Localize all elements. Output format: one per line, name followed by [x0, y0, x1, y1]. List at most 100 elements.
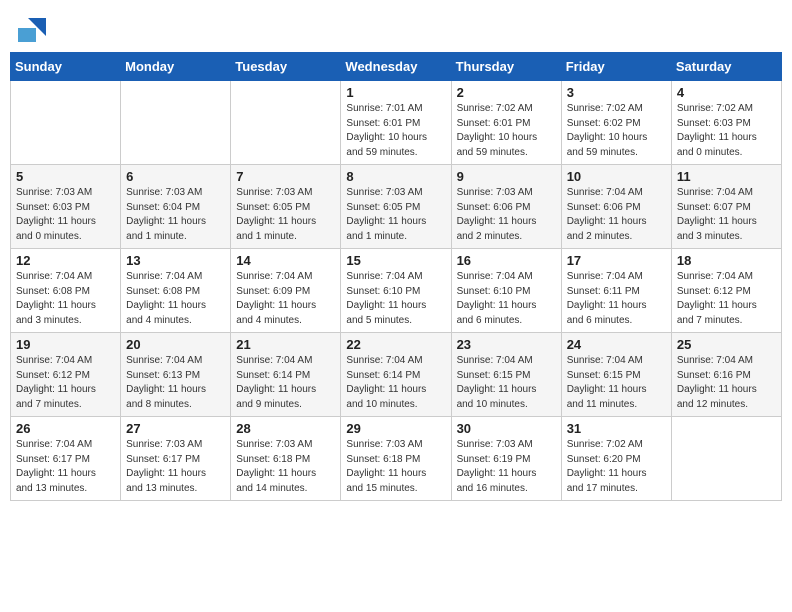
- day-info: Sunrise: 7:04 AM Sunset: 6:17 PM Dayligh…: [16, 438, 115, 496]
- calendar-cell: 29 Sunrise: 7:03 AM Sunset: 6:18 PM Dayli…: [341, 417, 451, 501]
- day-number: 20: [126, 337, 225, 352]
- day-info: Sunrise: 7:03 AM Sunset: 6:18 PM Dayligh…: [346, 438, 445, 496]
- day-number: 22: [346, 337, 445, 352]
- calendar-cell: 12 Sunrise: 7:04 AM Sunset: 6:08 PM Dayli…: [11, 249, 121, 333]
- calendar-cell: 8 Sunrise: 7:03 AM Sunset: 6:05 PM Daylig…: [341, 165, 451, 249]
- day-info: Sunrise: 7:02 AM Sunset: 6:02 PM Dayligh…: [567, 102, 666, 160]
- day-number: 3: [567, 85, 666, 100]
- day-number: 5: [16, 169, 115, 184]
- header-saturday: Saturday: [671, 53, 781, 81]
- calendar-table: SundayMondayTuesdayWednesdayThursdayFrid…: [10, 52, 782, 501]
- day-number: 29: [346, 421, 445, 436]
- day-number: 7: [236, 169, 335, 184]
- day-info: Sunrise: 7:04 AM Sunset: 6:08 PM Dayligh…: [126, 270, 225, 328]
- day-info: Sunrise: 7:04 AM Sunset: 6:15 PM Dayligh…: [567, 354, 666, 412]
- calendar-cell: 13 Sunrise: 7:04 AM Sunset: 6:08 PM Dayli…: [121, 249, 231, 333]
- day-info: Sunrise: 7:04 AM Sunset: 6:15 PM Dayligh…: [457, 354, 556, 412]
- calendar-cell: 5 Sunrise: 7:03 AM Sunset: 6:03 PM Daylig…: [11, 165, 121, 249]
- page-header: [10, 10, 782, 46]
- calendar-cell: 11 Sunrise: 7:04 AM Sunset: 6:07 PM Dayli…: [671, 165, 781, 249]
- day-info: Sunrise: 7:03 AM Sunset: 6:03 PM Dayligh…: [16, 186, 115, 244]
- calendar-cell: [231, 81, 341, 165]
- day-info: Sunrise: 7:04 AM Sunset: 6:06 PM Dayligh…: [567, 186, 666, 244]
- header-sunday: Sunday: [11, 53, 121, 81]
- day-info: Sunrise: 7:03 AM Sunset: 6:04 PM Dayligh…: [126, 186, 225, 244]
- day-number: 19: [16, 337, 115, 352]
- calendar-cell: 10Sunrise: 7:04 AM Sunset: 6:06 PM Dayli…: [561, 165, 671, 249]
- calendar-week-row: 1 Sunrise: 7:01 AM Sunset: 6:01 PM Daylig…: [11, 81, 782, 165]
- calendar-cell: 21Sunrise: 7:04 AM Sunset: 6:14 PM Dayli…: [231, 333, 341, 417]
- calendar-cell: [671, 417, 781, 501]
- day-info: Sunrise: 7:03 AM Sunset: 6:19 PM Dayligh…: [457, 438, 556, 496]
- day-info: Sunrise: 7:04 AM Sunset: 6:10 PM Dayligh…: [346, 270, 445, 328]
- calendar-cell: 31 Sunrise: 7:02 AM Sunset: 6:20 PM Dayli…: [561, 417, 671, 501]
- day-number: 13: [126, 253, 225, 268]
- day-number: 25: [677, 337, 776, 352]
- calendar-cell: 6 Sunrise: 7:03 AM Sunset: 6:04 PM Daylig…: [121, 165, 231, 249]
- day-number: 28: [236, 421, 335, 436]
- header-friday: Friday: [561, 53, 671, 81]
- day-info: Sunrise: 7:04 AM Sunset: 6:10 PM Dayligh…: [457, 270, 556, 328]
- calendar-cell: 9 Sunrise: 7:03 AM Sunset: 6:06 PM Daylig…: [451, 165, 561, 249]
- day-number: 14: [236, 253, 335, 268]
- day-info: Sunrise: 7:03 AM Sunset: 6:05 PM Dayligh…: [236, 186, 335, 244]
- day-number: 2: [457, 85, 556, 100]
- calendar-cell: 19 Sunrise: 7:04 AM Sunset: 6:12 PM Dayli…: [11, 333, 121, 417]
- day-number: 30: [457, 421, 556, 436]
- day-info: Sunrise: 7:03 AM Sunset: 6:05 PM Dayligh…: [346, 186, 445, 244]
- calendar-cell: 26 Sunrise: 7:04 AM Sunset: 6:17 PM Dayli…: [11, 417, 121, 501]
- calendar-cell: 28 Sunrise: 7:03 AM Sunset: 6:18 PM Dayli…: [231, 417, 341, 501]
- day-info: Sunrise: 7:04 AM Sunset: 6:11 PM Dayligh…: [567, 270, 666, 328]
- day-info: Sunrise: 7:04 AM Sunset: 6:13 PM Dayligh…: [126, 354, 225, 412]
- header-thursday: Thursday: [451, 53, 561, 81]
- calendar-header-row: SundayMondayTuesdayWednesdayThursdayFrid…: [11, 53, 782, 81]
- header-tuesday: Tuesday: [231, 53, 341, 81]
- calendar-cell: 17 Sunrise: 7:04 AM Sunset: 6:11 PM Dayli…: [561, 249, 671, 333]
- calendar-cell: 20 Sunrise: 7:04 AM Sunset: 6:13 PM Dayli…: [121, 333, 231, 417]
- day-number: 23: [457, 337, 556, 352]
- day-number: 8: [346, 169, 445, 184]
- day-info: Sunrise: 7:04 AM Sunset: 6:08 PM Dayligh…: [16, 270, 115, 328]
- calendar-cell: 16 Sunrise: 7:04 AM Sunset: 6:10 PM Dayli…: [451, 249, 561, 333]
- day-info: Sunrise: 7:03 AM Sunset: 6:17 PM Dayligh…: [126, 438, 225, 496]
- logo-icon: [18, 14, 46, 42]
- day-number: 26: [16, 421, 115, 436]
- day-info: Sunrise: 7:01 AM Sunset: 6:01 PM Dayligh…: [346, 102, 445, 160]
- calendar-week-row: 26 Sunrise: 7:04 AM Sunset: 6:17 PM Dayli…: [11, 417, 782, 501]
- day-number: 27: [126, 421, 225, 436]
- calendar-cell: 14 Sunrise: 7:04 AM Sunset: 6:09 PM Dayli…: [231, 249, 341, 333]
- logo: [16, 14, 46, 42]
- day-info: Sunrise: 7:04 AM Sunset: 6:12 PM Dayligh…: [677, 270, 776, 328]
- day-number: 4: [677, 85, 776, 100]
- day-info: Sunrise: 7:03 AM Sunset: 6:18 PM Dayligh…: [236, 438, 335, 496]
- day-info: Sunrise: 7:04 AM Sunset: 6:14 PM Dayligh…: [236, 354, 335, 412]
- calendar-week-row: 5 Sunrise: 7:03 AM Sunset: 6:03 PM Daylig…: [11, 165, 782, 249]
- day-info: Sunrise: 7:02 AM Sunset: 6:20 PM Dayligh…: [567, 438, 666, 496]
- calendar-cell: 18 Sunrise: 7:04 AM Sunset: 6:12 PM Dayli…: [671, 249, 781, 333]
- day-number: 11: [677, 169, 776, 184]
- day-number: 16: [457, 253, 556, 268]
- day-number: 12: [16, 253, 115, 268]
- day-info: Sunrise: 7:04 AM Sunset: 6:07 PM Dayligh…: [677, 186, 776, 244]
- day-number: 17: [567, 253, 666, 268]
- day-info: Sunrise: 7:03 AM Sunset: 6:06 PM Dayligh…: [457, 186, 556, 244]
- day-number: 31: [567, 421, 666, 436]
- day-info: Sunrise: 7:02 AM Sunset: 6:01 PM Dayligh…: [457, 102, 556, 160]
- calendar-cell: 2 Sunrise: 7:02 AM Sunset: 6:01 PM Daylig…: [451, 81, 561, 165]
- day-number: 1: [346, 85, 445, 100]
- day-number: 9: [457, 169, 556, 184]
- calendar-cell: 25 Sunrise: 7:04 AM Sunset: 6:16 PM Dayli…: [671, 333, 781, 417]
- day-number: 6: [126, 169, 225, 184]
- day-info: Sunrise: 7:04 AM Sunset: 6:09 PM Dayligh…: [236, 270, 335, 328]
- calendar-cell: 7 Sunrise: 7:03 AM Sunset: 6:05 PM Daylig…: [231, 165, 341, 249]
- day-info: Sunrise: 7:02 AM Sunset: 6:03 PM Dayligh…: [677, 102, 776, 160]
- header-wednesday: Wednesday: [341, 53, 451, 81]
- day-info: Sunrise: 7:04 AM Sunset: 6:12 PM Dayligh…: [16, 354, 115, 412]
- calendar-week-row: 19 Sunrise: 7:04 AM Sunset: 6:12 PM Dayli…: [11, 333, 782, 417]
- day-number: 18: [677, 253, 776, 268]
- calendar-cell: 23 Sunrise: 7:04 AM Sunset: 6:15 PM Dayli…: [451, 333, 561, 417]
- day-info: Sunrise: 7:04 AM Sunset: 6:16 PM Dayligh…: [677, 354, 776, 412]
- calendar-cell: 3 Sunrise: 7:02 AM Sunset: 6:02 PM Daylig…: [561, 81, 671, 165]
- calendar-cell: 24Sunrise: 7:04 AM Sunset: 6:15 PM Dayli…: [561, 333, 671, 417]
- day-info: Sunrise: 7:04 AM Sunset: 6:14 PM Dayligh…: [346, 354, 445, 412]
